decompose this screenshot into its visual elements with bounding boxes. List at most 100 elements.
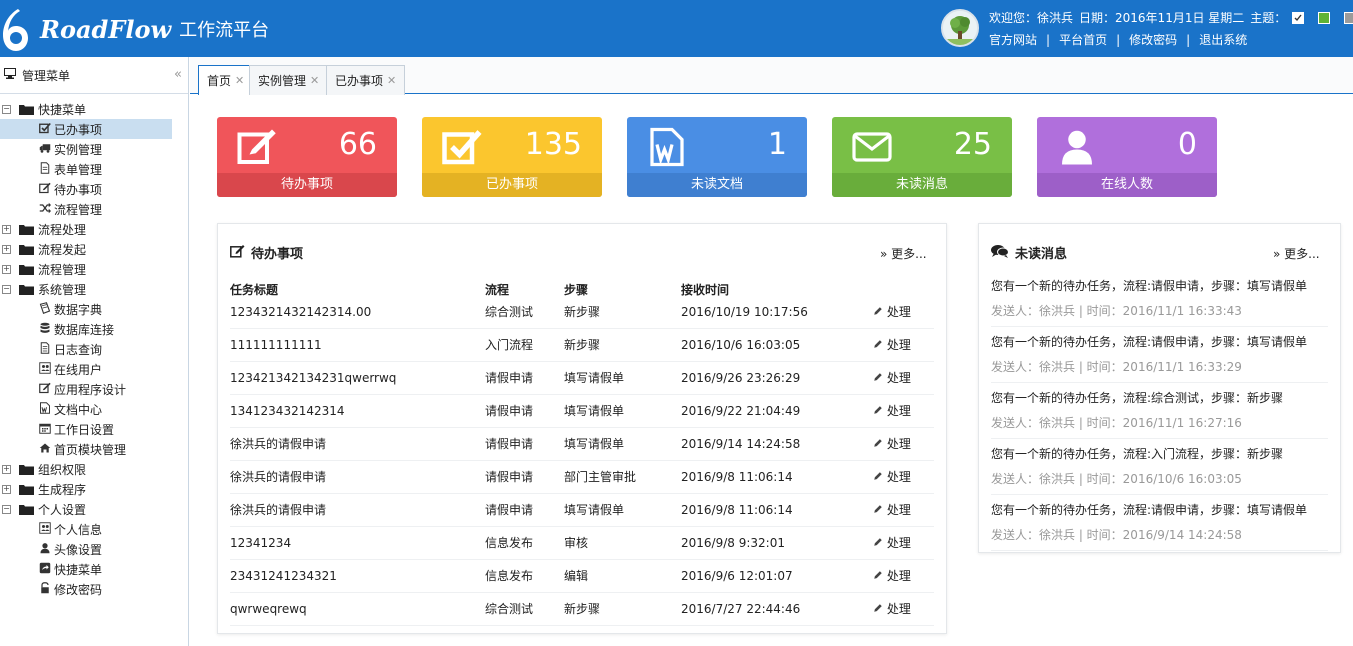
tab-done-items[interactable]: 已办事项 ✕ xyxy=(326,65,406,95)
tree-leaf[interactable]: 表单管理 xyxy=(0,159,188,179)
brand-subtitle: 工作流平台 xyxy=(179,20,270,41)
close-icon[interactable]: ✕ xyxy=(235,74,244,87)
cell-title[interactable]: 徐洪兵的请假申请 xyxy=(230,428,326,461)
message-item[interactable]: 您有一个新的待办任务，流程:请假申请，步骤：填写请假单 发送人：徐洪兵 | 时间… xyxy=(991,271,1328,327)
expand-icon[interactable]: + xyxy=(2,244,11,254)
logo[interactable]: RoadFlow 工作流平台 xyxy=(0,5,269,53)
stat-card[interactable]: 1 未读文档 xyxy=(627,117,807,197)
tree-leaf[interactable]: 实例管理 xyxy=(0,139,188,159)
table-row[interactable]: qwrweqrewq 综合测试 新步骤 2016/7/27 22:44:46 处… xyxy=(230,593,934,626)
process-button[interactable]: 处理 xyxy=(873,362,911,395)
message-item[interactable]: 您有一个新的待办任务，流程:请假申请，步骤：填写请假单 发送人：徐洪兵 | 时间… xyxy=(991,327,1328,383)
process-button[interactable]: 处理 xyxy=(873,329,911,362)
tree-leaf[interactable]: 在线用户 xyxy=(0,359,188,379)
tree-node[interactable]: − 个人设置 xyxy=(0,499,188,519)
table-row[interactable]: 徐洪兵的请假申请 请假申请 填写请假单 2016/9/8 11:06:14 处理 xyxy=(230,494,934,527)
process-button[interactable]: 处理 xyxy=(873,395,911,428)
table-row[interactable]: 23431241234321 信息发布 编辑 2016/9/6 12:01:07… xyxy=(230,560,934,593)
cell-title[interactable]: 134123432142314 xyxy=(230,395,345,428)
expand-icon[interactable]: + xyxy=(2,484,11,494)
table-row[interactable]: 1234321432142314.00 综合测试 新步骤 2016/10/19 … xyxy=(230,296,934,329)
tree-leaf[interactable]: 个人信息 xyxy=(0,519,188,539)
message-text[interactable]: 您有一个新的待办任务，流程:请假申请，步骤：填写请假单 xyxy=(991,333,1307,350)
tree-node[interactable]: − 快捷菜单 xyxy=(0,99,188,119)
table-row[interactable]: 134123432142314 请假申请 填写请假单 2016/9/22 21:… xyxy=(230,395,934,428)
panel-title-text: 未读消息 xyxy=(1015,247,1068,262)
tree-leaf[interactable]: 首页模块管理 xyxy=(0,439,188,459)
tree-leaf[interactable]: 头像设置 xyxy=(0,539,188,559)
todo-more-link[interactable]: » 更多... xyxy=(880,245,927,262)
cell-title[interactable]: 徐洪兵的请假申请 xyxy=(230,461,326,494)
expand-icon[interactable]: + xyxy=(2,224,11,234)
process-button[interactable]: 处理 xyxy=(873,296,911,329)
theme-option-gray[interactable] xyxy=(1344,11,1353,24)
messages-more-link[interactable]: » 更多... xyxy=(1273,245,1320,262)
cell-title[interactable]: 123421342134231qwerrwq xyxy=(230,362,396,395)
expand-icon[interactable]: + xyxy=(2,464,11,474)
tree-leaf[interactable]: 流程管理 xyxy=(0,199,188,219)
process-button[interactable]: 处理 xyxy=(873,494,911,527)
table-row[interactable]: 徐洪兵的请假申请 请假申请 填写请假单 2016/9/14 14:24:58 处… xyxy=(230,428,934,461)
link-logout[interactable]: 退出系统 xyxy=(1199,33,1247,47)
message-text[interactable]: 您有一个新的待办任务，流程:请假申请，步骤：填写请假单 xyxy=(991,277,1307,294)
tab-home[interactable]: 首页 ✕ xyxy=(198,65,254,95)
tree-leaf[interactable]: 工作日设置 xyxy=(0,419,188,439)
tree-leaf[interactable]: 文档中心 xyxy=(0,399,188,419)
cell-title[interactable]: 徐洪兵的请假申请 xyxy=(230,494,326,527)
message-item[interactable]: 您有一个新的待办任务，流程:请假申请，步骤：填写请假单 发送人：徐洪兵 | 时间… xyxy=(991,495,1328,551)
message-text[interactable]: 您有一个新的待办任务，流程:入门流程，步骤：新步骤 xyxy=(991,445,1283,462)
process-button[interactable]: 处理 xyxy=(873,527,911,560)
process-button[interactable]: 处理 xyxy=(873,428,911,461)
cell-title[interactable]: 1234321432142314.00 xyxy=(230,296,371,329)
avatar[interactable] xyxy=(941,9,979,47)
collapse-icon[interactable]: − xyxy=(2,104,11,114)
stat-card[interactable]: 66 待办事项 xyxy=(217,117,397,197)
tree-leaf[interactable]: 快捷菜单 xyxy=(0,559,188,579)
message-text[interactable]: 您有一个新的待办任务，流程:请假申请，步骤：填写请假单 xyxy=(991,501,1307,518)
stat-card[interactable]: 135 已办事项 xyxy=(422,117,602,197)
tree-leaf[interactable]: 修改密码 xyxy=(0,579,188,599)
message-item[interactable]: 您有一个新的待办任务，流程:综合测试，步骤：新步骤 发送人：徐洪兵 | 时间：2… xyxy=(991,383,1328,439)
theme-option-green[interactable] xyxy=(1318,11,1331,24)
table-row[interactable]: 徐洪兵的请假申请 请假申请 部门主管审批 2016/9/8 11:06:14 处… xyxy=(230,461,934,494)
collapse-sidebar-icon[interactable]: « xyxy=(174,67,182,82)
expand-icon[interactable]: + xyxy=(2,264,11,274)
cell-title[interactable]: 12341234 xyxy=(230,527,291,560)
tree-leaf[interactable]: 应用程序设计 xyxy=(0,379,188,399)
table-row[interactable]: 12341234 信息发布 审核 2016/9/8 9:32:01 处理 xyxy=(230,527,934,560)
process-button[interactable]: 处理 xyxy=(873,461,911,494)
tree-leaf[interactable]: 待办事项 xyxy=(0,179,188,199)
process-button[interactable]: 处理 xyxy=(873,560,911,593)
collapse-icon[interactable]: − xyxy=(2,284,11,294)
cell-title[interactable]: 111111111111 xyxy=(230,329,322,362)
tree-leaf[interactable]: 数据库连接 xyxy=(0,319,188,339)
tree-node[interactable]: + 流程管理 xyxy=(0,259,188,279)
lock-icon xyxy=(38,581,52,597)
tree-node[interactable]: + 组织权限 xyxy=(0,459,188,479)
message-text[interactable]: 您有一个新的待办任务，流程:综合测试，步骤：新步骤 xyxy=(991,389,1283,406)
tree-node[interactable]: + 流程发起 xyxy=(0,239,188,259)
table-row[interactable]: 123421342134231qwerrwq 请假申请 填写请假单 2016/9… xyxy=(230,362,934,395)
tree-node[interactable]: − 系统管理 xyxy=(0,279,188,299)
tree-leaf[interactable]: 数据字典 xyxy=(0,299,188,319)
tree-leaf[interactable]: 已办事项 xyxy=(0,119,172,139)
tab-instance-management[interactable]: 实例管理 ✕ xyxy=(249,65,329,95)
todo-panel: 待办事项 » 更多... 任务标题 流程 步骤 接收时间 12343214321… xyxy=(217,223,947,634)
cell-title[interactable]: qwrweqrewq xyxy=(230,593,307,626)
cell-title[interactable]: 23431241234321 xyxy=(230,560,337,593)
tree-leaf[interactable]: 日志查询 xyxy=(0,339,188,359)
process-button[interactable]: 处理 xyxy=(873,593,911,626)
tree-node[interactable]: + 生成程序 xyxy=(0,479,188,499)
collapse-icon[interactable]: − xyxy=(2,504,11,514)
message-item[interactable]: 您有一个新的待办任务，流程:入门流程，步骤：新步骤 发送人：徐洪兵 | 时间：2… xyxy=(991,439,1328,495)
close-icon[interactable]: ✕ xyxy=(310,74,319,87)
close-icon[interactable]: ✕ xyxy=(387,74,396,87)
stat-card[interactable]: 0 在线人数 xyxy=(1037,117,1217,197)
stat-card[interactable]: 25 未读消息 xyxy=(832,117,1012,197)
link-change-password[interactable]: 修改密码 xyxy=(1129,33,1177,47)
link-platform-home[interactable]: 平台首页 xyxy=(1059,33,1107,47)
theme-option-blue[interactable] xyxy=(1292,11,1305,24)
link-official-site[interactable]: 官方网站 xyxy=(989,33,1037,47)
table-row[interactable]: 111111111111 入门流程 新步骤 2016/10/6 16:03:05… xyxy=(230,329,934,362)
tree-node[interactable]: + 流程处理 xyxy=(0,219,188,239)
